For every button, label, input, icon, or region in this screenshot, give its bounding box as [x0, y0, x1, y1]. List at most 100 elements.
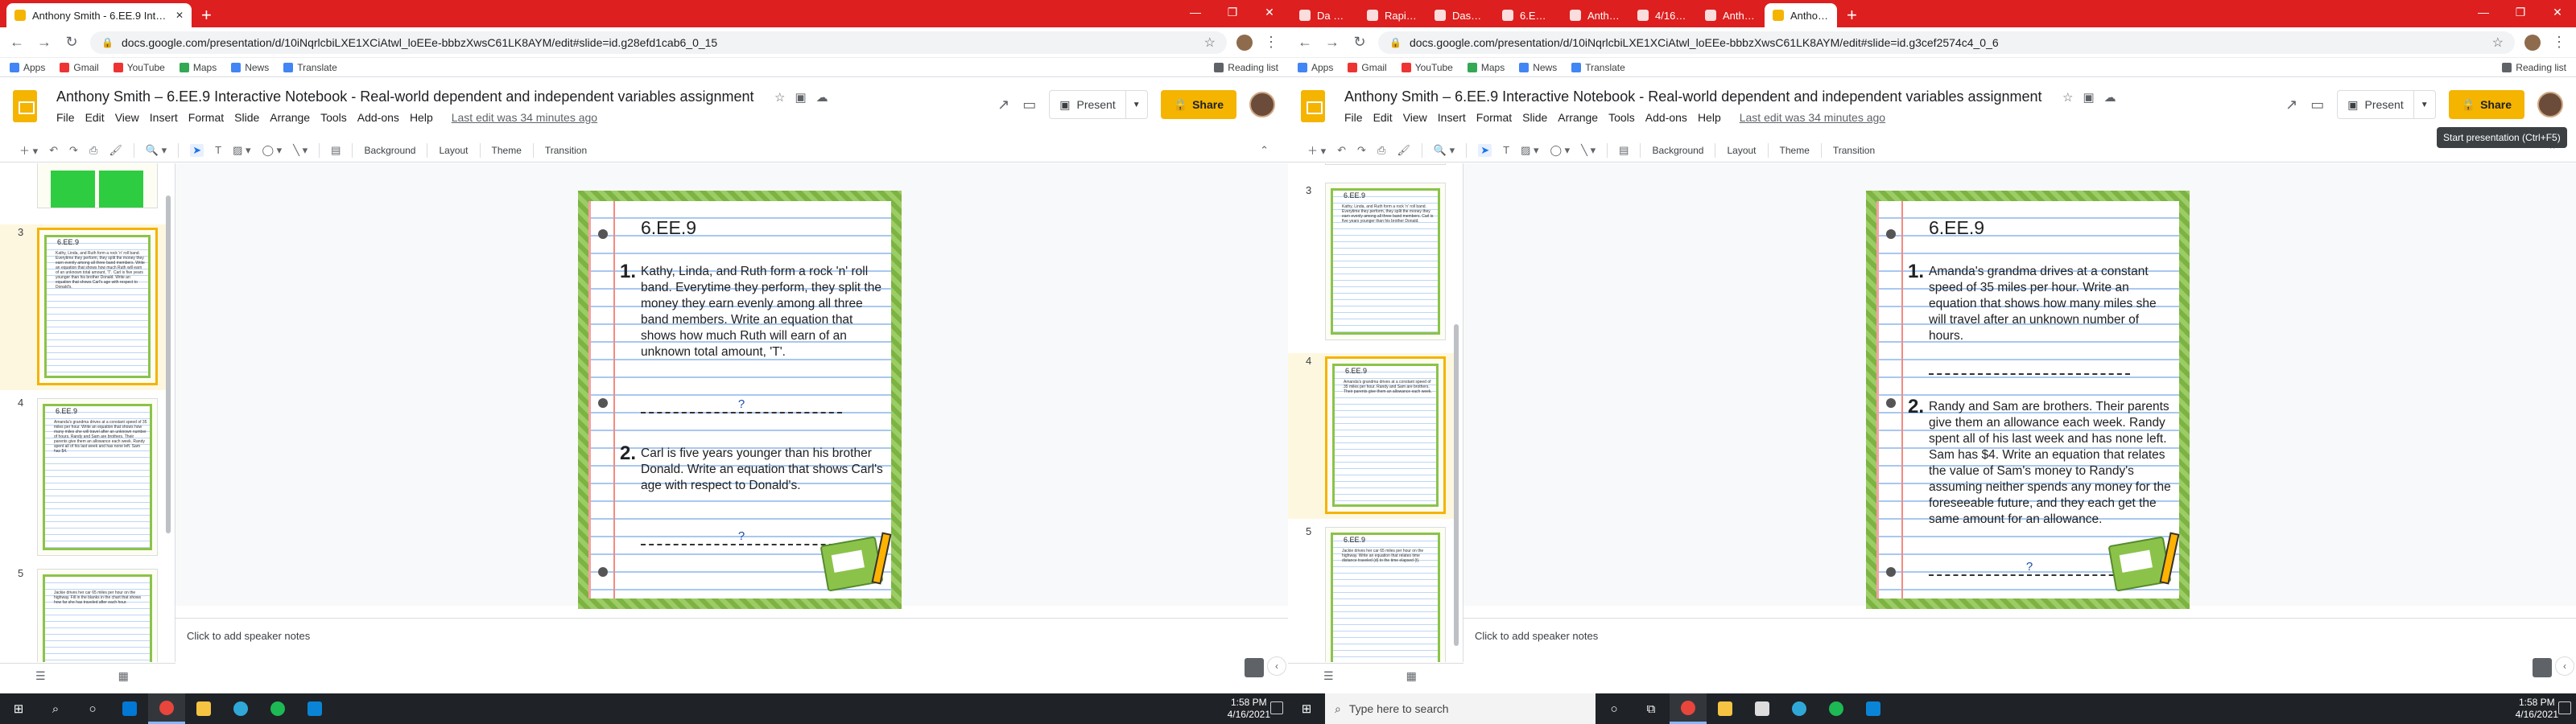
side-panel-toggle-icon[interactable]: ‹: [2555, 656, 2574, 676]
new-slide-icon[interactable]: ＋ ▾: [19, 142, 38, 158]
file-explorer-icon[interactable]: [185, 693, 222, 724]
redo-icon[interactable]: ↷: [1357, 144, 1366, 157]
close-window-icon[interactable]: ✕: [2539, 0, 2576, 24]
theme-button[interactable]: Theme: [1780, 145, 1810, 156]
menu-tools[interactable]: Tools: [320, 111, 347, 124]
move-folder-icon[interactable]: ▣: [2083, 90, 2094, 105]
task-view-icon[interactable]: ⧉: [1633, 693, 1670, 724]
slide-thumbnail-3[interactable]: 3 6.EE.9 Kathy, Linda, and Ruth form a r…: [1288, 183, 1459, 343]
slide-thumbnail-4[interactable]: 4 6.EE.9 Amanda's grandma drives at a co…: [1288, 353, 1459, 519]
zoom-icon[interactable]: 🔍 ▾: [146, 144, 167, 157]
speaker-notes[interactable]: Click to add speaker notes: [1463, 618, 2576, 648]
omnibox[interactable]: 🔒 docs.google.com/presentation/d/10iNqrl…: [1378, 31, 2515, 54]
bookmark-news[interactable]: News: [1519, 62, 1557, 73]
redo-icon[interactable]: ↷: [69, 144, 78, 157]
menu-addons[interactable]: Add-ons: [1645, 111, 1687, 124]
bookmark-translate[interactable]: Translate: [283, 62, 337, 73]
text-box-icon[interactable]: T: [1503, 144, 1509, 156]
explore-icon[interactable]: [1245, 658, 1264, 677]
file-explorer-icon[interactable]: [1707, 693, 1744, 724]
menu-arrange[interactable]: Arrange: [1558, 111, 1598, 124]
menu-slide[interactable]: Slide: [1522, 111, 1547, 124]
current-slide[interactable]: 6.EE.9 1. Kathy, Linda, and Ruth form a …: [578, 191, 902, 609]
question-text[interactable]: Randy and Sam are brothers. Their parent…: [1929, 399, 2175, 528]
select-cursor-icon[interactable]: ➤: [1478, 143, 1492, 157]
bookmark-gmail[interactable]: Gmail: [60, 62, 99, 73]
star-icon[interactable]: ☆: [774, 90, 785, 105]
browser-tab-active[interactable]: Anthony Smith - 6.E: [1765, 3, 1837, 27]
menu-format[interactable]: Format: [188, 111, 224, 124]
question-text[interactable]: Carl is five years younger than his brot…: [641, 446, 887, 494]
move-folder-icon[interactable]: ▣: [795, 90, 806, 105]
last-edit-link[interactable]: Last edit was 34 minutes ago: [452, 111, 597, 124]
minimize-icon[interactable]: —: [2465, 0, 2502, 24]
cloud-status-icon[interactable]: ☁: [816, 90, 828, 105]
chrome-icon[interactable]: [148, 693, 185, 724]
share-button[interactable]: 🔒 Share: [1160, 90, 1236, 119]
slide-thumbnail[interactable]: [0, 163, 171, 212]
menu-help[interactable]: Help: [410, 111, 433, 124]
comments-icon[interactable]: ▭: [2310, 97, 2324, 113]
forward-icon[interactable]: →: [35, 34, 53, 51]
taskbar-search-box[interactable]: ⌕ Type here to search: [1325, 693, 1596, 724]
slide-thumbnail[interactable]: [1288, 163, 1459, 170]
slide-title[interactable]: 6.EE.9: [1929, 217, 1984, 239]
slide-thumbnail-5[interactable]: 5 6.EE.9 Jackie drives her car 65 miles …: [1288, 524, 1459, 662]
windows-start-icon[interactable]: ⊞: [0, 693, 37, 724]
back-icon[interactable]: ←: [8, 34, 26, 51]
forward-icon[interactable]: →: [1323, 34, 1341, 51]
slide-title[interactable]: 6.EE.9: [641, 217, 696, 239]
print-icon[interactable]: ⎙: [1377, 144, 1385, 157]
answer-line[interactable]: ?: [1929, 560, 2130, 576]
new-slide-icon[interactable]: ＋ ▾: [1307, 142, 1326, 158]
bookmark-star-icon[interactable]: ☆: [1204, 35, 1216, 51]
bookmark-translate[interactable]: Translate: [1571, 62, 1625, 73]
menu-edit[interactable]: Edit: [85, 111, 105, 124]
slides-logo-icon[interactable]: [13, 90, 37, 122]
explore-icon[interactable]: [2533, 658, 2552, 677]
browser-tab[interactable]: Da Hood - Roblox: [1291, 3, 1357, 27]
text-box-icon[interactable]: T: [215, 144, 221, 156]
activity-trend-icon[interactable]: ↗: [2285, 97, 2297, 113]
menu-edit[interactable]: Edit: [1373, 111, 1393, 124]
minimize-icon[interactable]: —: [1177, 0, 1214, 24]
question-text[interactable]: Amanda's grandma drives at a constant sp…: [1929, 264, 2175, 344]
menu-file[interactable]: File: [1344, 111, 1363, 124]
cortana-icon[interactable]: ○: [1596, 693, 1633, 724]
present-button[interactable]: ▣ Present ▼: [2337, 90, 2436, 119]
select-cursor-icon[interactable]: ➤: [190, 143, 204, 157]
bookmark-star-icon[interactable]: ☆: [2492, 35, 2504, 51]
browser-tab[interactable]: Anthony Smith - 4/1: [1697, 3, 1763, 27]
cortana-icon[interactable]: ○: [74, 693, 111, 724]
browser-tab[interactable]: Rapididentity: [1359, 3, 1425, 27]
menu-arrange[interactable]: Arrange: [270, 111, 310, 124]
slide-thumbnail-5[interactable]: 5 Jackie drives her car 65 miles per hou…: [0, 566, 171, 662]
doc-title[interactable]: Anthony Smith – 6.EE.9 Interactive Noteb…: [56, 88, 754, 105]
comment-add-icon[interactable]: ▤: [1619, 144, 1629, 157]
layout-button[interactable]: Layout: [439, 145, 468, 156]
zoom-icon[interactable]: 🔍 ▾: [1434, 144, 1455, 157]
browser-tab[interactable]: 6.EE.9 - Review: [1494, 3, 1560, 27]
line-icon[interactable]: ╲ ▾: [293, 144, 308, 157]
filmstrip-scrollbar[interactable]: [166, 195, 171, 533]
bookmark-news[interactable]: News: [231, 62, 269, 73]
close-window-icon[interactable]: ✕: [1251, 0, 1288, 24]
speaker-notes[interactable]: Click to add speaker notes: [175, 618, 1288, 648]
menu-slide[interactable]: Slide: [234, 111, 259, 124]
more-menu-icon[interactable]: ⋮: [1262, 34, 1280, 51]
transition-button[interactable]: Transition: [545, 145, 587, 156]
print-icon[interactable]: ⎙: [89, 144, 97, 157]
menu-tools[interactable]: Tools: [1608, 111, 1635, 124]
star-icon[interactable]: ☆: [2062, 90, 2073, 105]
theme-button[interactable]: Theme: [492, 145, 522, 156]
menu-view[interactable]: View: [115, 111, 139, 124]
snip-tool-icon[interactable]: [296, 693, 333, 724]
menu-file[interactable]: File: [56, 111, 75, 124]
present-dropdown-icon[interactable]: ▼: [2414, 101, 2435, 109]
lock-icon[interactable]: 🔒: [1389, 37, 1402, 48]
shape-icon[interactable]: ◯ ▾: [262, 144, 282, 157]
profile-avatar[interactable]: [1236, 34, 1253, 51]
reading-list[interactable]: Reading list: [2502, 62, 2566, 73]
question-text[interactable]: Kathy, Linda, and Ruth form a rock 'n' r…: [641, 264, 887, 360]
more-menu-icon[interactable]: ⋮: [2550, 34, 2568, 51]
